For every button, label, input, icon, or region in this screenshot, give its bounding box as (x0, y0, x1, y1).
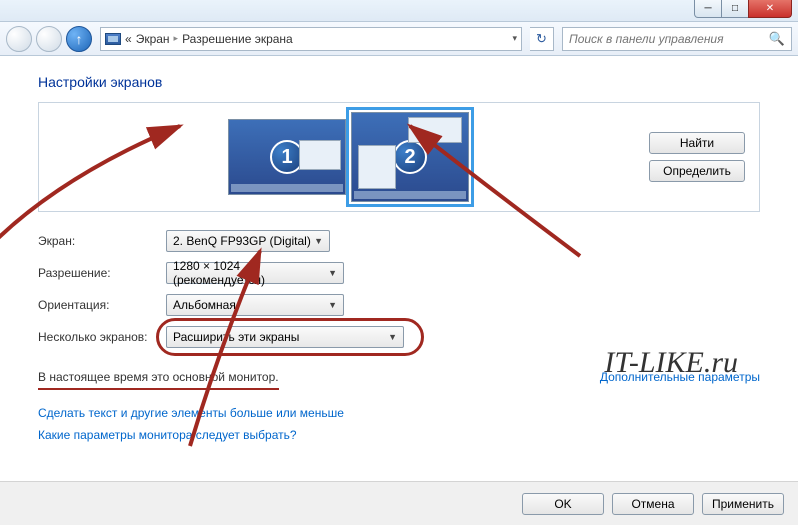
multi-label: Несколько экранов: (38, 330, 166, 344)
detect-button[interactable]: Определить (649, 160, 745, 182)
window-thumbnail-icon (408, 117, 462, 143)
screen-label: Экран: (38, 234, 166, 248)
find-button[interactable]: Найти (649, 132, 745, 154)
dialog-buttons: OK Отмена Применить (0, 481, 798, 525)
resolution-label: Разрешение: (38, 266, 166, 280)
screen-value: 2. BenQ FP93GP (Digital) (173, 234, 311, 248)
breadcrumb-item[interactable]: Разрешение экрана (182, 32, 293, 46)
chevron-right-icon: ▸ (174, 33, 179, 44)
search-box[interactable]: 🔍 (562, 27, 792, 51)
close-button[interactable]: ✕ (748, 0, 792, 18)
orientation-label: Ориентация: (38, 298, 166, 312)
primary-monitor-status: В настоящее время это основной монитор. (38, 370, 279, 390)
chevron-down-icon: ▼ (314, 236, 323, 246)
chevron-down-icon: ▼ (388, 332, 397, 342)
search-input[interactable] (569, 32, 769, 46)
search-icon[interactable]: 🔍 (769, 31, 785, 47)
screen-dropdown[interactable]: 2. BenQ FP93GP (Digital) ▼ (166, 230, 330, 252)
chevron-down-icon: ▼ (328, 268, 337, 278)
chevron-down-icon[interactable]: ▾ (512, 33, 517, 44)
cancel-button[interactable]: Отмена (612, 493, 694, 515)
up-button[interactable]: ↑ (66, 26, 92, 52)
monitor-icon (105, 33, 121, 45)
settings-form: Экран: 2. BenQ FP93GP (Digital) ▼ Разреш… (38, 230, 760, 348)
ok-button[interactable]: OK (522, 493, 604, 515)
window-thumbnail-icon (299, 140, 341, 170)
refresh-button[interactable]: ↻ (530, 27, 554, 51)
breadcrumb-sep: « (125, 32, 132, 46)
window-titlebar: ─ □ ✕ (0, 0, 798, 22)
breadcrumb-item[interactable]: Экран (136, 32, 170, 46)
back-button[interactable] (6, 26, 32, 52)
multiple-displays-dropdown[interactable]: Расширить эти экраны ▼ (166, 326, 404, 348)
monitor-help-link[interactable]: Какие параметры монитора следует выбрать… (38, 428, 760, 442)
taskbar-icon (231, 184, 343, 192)
refresh-icon: ↻ (536, 31, 547, 47)
monitor-2[interactable]: 2 (351, 112, 469, 202)
window-thumbnail-icon (358, 145, 396, 189)
orientation-value: Альбомная (173, 298, 236, 312)
advanced-settings-link[interactable]: Дополнительные параметры (600, 370, 760, 384)
page-title: Настройки экранов (38, 74, 760, 90)
multi-value: Расширить эти экраны (173, 330, 299, 344)
forward-button[interactable] (36, 26, 62, 52)
chevron-down-icon: ▼ (328, 300, 337, 310)
monitors-preview: 1 2 Найти Определить (38, 102, 760, 212)
taskbar-icon (354, 191, 466, 199)
monitor-2-selected: 2 (346, 107, 474, 207)
navigation-bar: ↑ « Экран ▸ Разрешение экрана ▾ ↻ 🔍 (0, 22, 798, 56)
resolution-dropdown[interactable]: 1280 × 1024 (рекомендуется) ▼ (166, 262, 344, 284)
minimize-button[interactable]: ─ (694, 0, 722, 18)
text-size-link[interactable]: Сделать текст и другие элементы больше и… (38, 406, 760, 420)
resolution-value: 1280 × 1024 (рекомендуется) (173, 259, 328, 287)
monitor-1[interactable]: 1 (228, 119, 346, 195)
orientation-dropdown[interactable]: Альбомная ▼ (166, 294, 344, 316)
breadcrumb[interactable]: « Экран ▸ Разрешение экрана ▾ (100, 27, 522, 51)
apply-button[interactable]: Применить (702, 493, 784, 515)
maximize-button[interactable]: □ (721, 0, 749, 18)
monitor-number-badge: 2 (393, 140, 427, 174)
